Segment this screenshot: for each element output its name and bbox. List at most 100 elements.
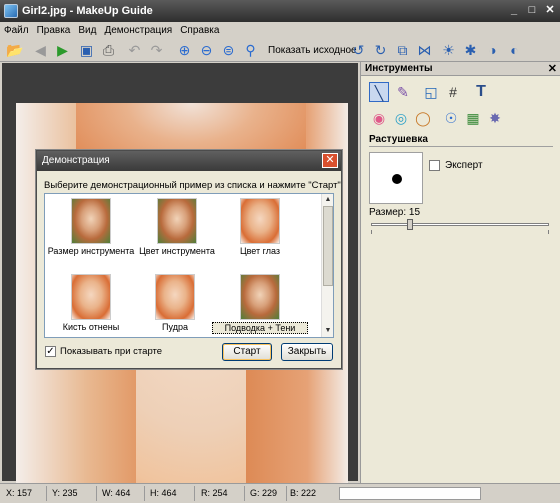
title-bar: Girl2.jpg - MakeUp Guide _ □ ✕ <box>0 0 560 22</box>
scroll-thumb[interactable] <box>323 206 333 286</box>
sample-label: Подводка + Тени <box>212 322 308 334</box>
open-folder-icon[interactable]: 📂 <box>6 42 23 59</box>
sample-label: Размер инструмента <box>47 246 135 256</box>
tools-panel-header: Инструменты ✕ <box>361 62 560 76</box>
rotate-left-icon[interactable]: ↺ <box>350 42 367 59</box>
eye-tool-icon[interactable]: ☉ <box>441 108 461 128</box>
zoom-in-icon[interactable]: ⊕ <box>176 42 193 59</box>
tools-panel: Инструменты ✕ ╲ ✎ ◱ # T ◉ ◎ ◯ ☉ ▦ ✸ Раст… <box>360 62 560 483</box>
show-original-button[interactable]: Показать исходное <box>268 45 357 56</box>
scroll-down-icon[interactable]: ▼ <box>323 326 333 336</box>
image-tool-icon[interactable]: ▦ <box>463 108 483 128</box>
expert-checkbox[interactable] <box>429 160 440 171</box>
zoom-actual-icon[interactable]: ⚲ <box>242 42 259 59</box>
sample-thumbnail <box>240 198 280 244</box>
lips-tool-icon[interactable]: ◉ <box>369 108 389 128</box>
feather-heading: Растушевка <box>369 134 428 145</box>
demo-dialog: Демонстрация ✕ Выберите демонстрационный… <box>36 150 342 369</box>
progress-bar <box>339 487 481 500</box>
powder-tool-icon[interactable]: ◎ <box>391 108 411 128</box>
sample-item[interactable]: Цвет инструмента <box>135 198 219 260</box>
sample-thumbnail <box>155 274 195 320</box>
status-separator <box>194 486 195 501</box>
size-slider-track[interactable] <box>371 223 549 226</box>
sample-label: Кисть отнены <box>62 322 120 332</box>
tools-panel-title: Инструменты <box>365 63 433 74</box>
status-h: H: 464 <box>150 488 177 498</box>
close-button[interactable]: Закрыть <box>281 343 333 361</box>
menu-bar: Файл Правка Вид Демонстрация Справка <box>0 22 560 39</box>
expert-label[interactable]: Эксперт <box>445 160 483 171</box>
minimize-button[interactable]: _ <box>506 3 522 18</box>
app-window: Girl2.jpg - MakeUp Guide _ □ ✕ Файл Правк… <box>0 0 560 503</box>
sample-item[interactable]: Цвет глаз <box>218 198 302 260</box>
pencil-tool-icon[interactable]: ✎ <box>393 82 413 102</box>
back-arrow-icon[interactable]: ◀ <box>32 42 49 59</box>
zoom-out-icon[interactable]: ⊖ <box>198 42 215 59</box>
status-bar: X: 157 Y: 235 W: 464 H: 464 R: 254 G: 22… <box>0 483 560 503</box>
close-window-button[interactable]: ✕ <box>542 3 558 18</box>
rotate-right-icon[interactable]: ↻ <box>372 42 389 59</box>
app-icon <box>4 4 18 18</box>
dialog-title: Демонстрация <box>42 155 110 166</box>
brightness-icon[interactable]: ☀ <box>440 42 457 59</box>
maximize-button[interactable]: □ <box>524 3 540 18</box>
show-at-start-label[interactable]: Показывать при старте <box>60 346 162 357</box>
toolbar: 📂 ◀ ▶ ▣ ⎙ ↶ ↷ ⊕ ⊖ ⊜ ⚲ Показать исходное … <box>0 39 560 62</box>
sample-thumbnail <box>71 274 111 320</box>
sample-thumbnail <box>157 198 197 244</box>
status-r: R: 254 <box>201 488 228 498</box>
status-y: Y: 235 <box>52 488 78 498</box>
sample-item-selected[interactable]: Подводка + Тени <box>212 274 308 336</box>
blush-tool-icon[interactable]: ◯ <box>413 108 433 128</box>
divider <box>369 146 553 147</box>
sample-label: Цвет инструмента <box>139 246 215 256</box>
sample-thumbnail <box>240 274 280 320</box>
brush-dot <box>392 174 402 184</box>
grid-tool-icon[interactable]: # <box>443 82 463 102</box>
text-tool-icon[interactable]: T <box>471 82 491 102</box>
brush-preview <box>369 152 423 204</box>
sample-label: Цвет глаз <box>239 246 281 256</box>
start-button[interactable]: Старт <box>222 343 272 361</box>
show-at-start-checkbox[interactable]: ✓ <box>45 346 56 357</box>
sample-item[interactable]: Пудра <box>133 274 217 336</box>
status-w: W: 464 <box>102 488 131 498</box>
eraser-tool-icon[interactable]: ✸ <box>485 108 505 128</box>
save-icon[interactable]: ▣ <box>78 42 95 59</box>
dialog-close-icon[interactable]: ✕ <box>322 153 338 168</box>
sample-label: Пудра <box>162 322 188 332</box>
zoom-fit-icon[interactable]: ⊜ <box>220 42 237 59</box>
undo-icon[interactable]: ↶ <box>126 42 143 59</box>
scroll-up-icon[interactable]: ▲ <box>323 195 333 205</box>
crop-tool-icon[interactable]: ◱ <box>421 82 441 102</box>
menu-edit[interactable]: Правка <box>33 22 75 36</box>
menu-view[interactable]: Вид <box>74 22 100 36</box>
status-separator <box>144 486 145 501</box>
sample-thumbnail <box>71 198 111 244</box>
size-slider-ticks <box>371 230 549 234</box>
brush-tool-icon[interactable]: ╲ <box>369 82 389 102</box>
samples-scrollbar[interactable]: ▲ ▼ <box>321 194 333 337</box>
status-x: X: 157 <box>6 488 33 498</box>
status-b: B: 222 <box>290 488 317 498</box>
redo-icon[interactable]: ↷ <box>148 42 165 59</box>
tools-panel-close-icon[interactable]: ✕ <box>548 62 557 75</box>
status-separator <box>286 486 287 501</box>
menu-file[interactable]: Файл <box>0 22 33 36</box>
menu-demo[interactable]: Демонстрация <box>100 22 176 36</box>
sample-item[interactable]: Кисть отнены <box>49 274 133 336</box>
forward-arrow-icon[interactable]: ▶ <box>54 42 71 59</box>
status-separator <box>96 486 97 501</box>
settings-icon[interactable]: ✱ <box>462 42 479 59</box>
saturation-icon[interactable]: ◐ <box>506 42 523 59</box>
menu-help[interactable]: Справка <box>176 22 223 36</box>
sample-item[interactable]: Размер инструмента <box>48 198 134 260</box>
print-icon[interactable]: ⎙ <box>100 42 117 59</box>
status-g: G: 229 <box>250 488 278 498</box>
size-label: Размер: 15 <box>369 207 421 218</box>
flip-vertical-icon[interactable]: ⧉ <box>394 42 411 59</box>
contrast-icon[interactable]: ◑ <box>484 42 501 59</box>
flip-horizontal-icon[interactable]: ⋈ <box>416 42 433 59</box>
size-slider-thumb[interactable] <box>407 219 413 230</box>
